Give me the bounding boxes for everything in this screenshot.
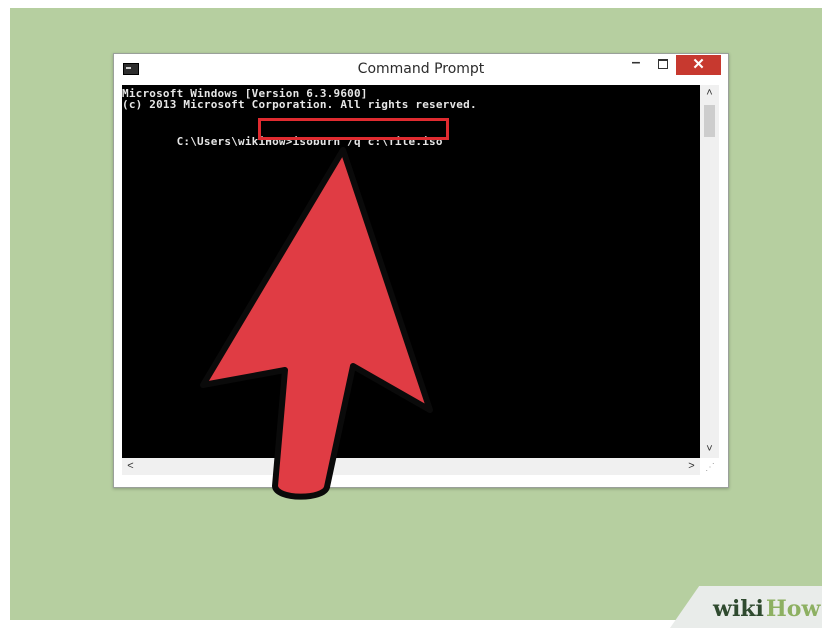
scroll-left-button[interactable]: < [122, 458, 139, 475]
command-highlight-box [258, 118, 449, 140]
console-line: (c) 2013 Microsoft Corporation. All righ… [122, 98, 477, 111]
minimize-button[interactable]: – [625, 55, 647, 73]
scroll-up-button[interactable]: ˄ [700, 85, 719, 102]
console-prompt-line: C:\Users\wikiHow>isoburn /q c:\file.iso [122, 118, 449, 174]
vertical-scroll-thumb[interactable] [704, 105, 715, 137]
console-output[interactable]: Microsoft Windows [Version 6.3.9600] (c)… [122, 85, 700, 458]
wikihow-watermark: wiki How [670, 586, 822, 628]
vertical-scrollbar[interactable]: ˄ ˅ [700, 85, 719, 458]
maximize-button[interactable] [652, 57, 674, 73]
horizontal-scrollbar[interactable]: < > [122, 458, 700, 475]
command-prompt-window: Command Prompt – ✕ Microsoft Windows [Ve… [113, 53, 729, 488]
scroll-right-button[interactable]: > [683, 458, 700, 475]
watermark-wiki-text: wiki [713, 596, 764, 622]
watermark-how-text: How [766, 596, 821, 622]
close-button[interactable]: ✕ [676, 55, 721, 75]
scroll-down-button[interactable]: ˅ [700, 441, 719, 458]
resize-grip-icon[interactable]: ⋰ [703, 461, 717, 475]
background-panel: Command Prompt – ✕ Microsoft Windows [Ve… [10, 8, 822, 628]
title-bar[interactable]: Command Prompt – ✕ [114, 54, 728, 82]
